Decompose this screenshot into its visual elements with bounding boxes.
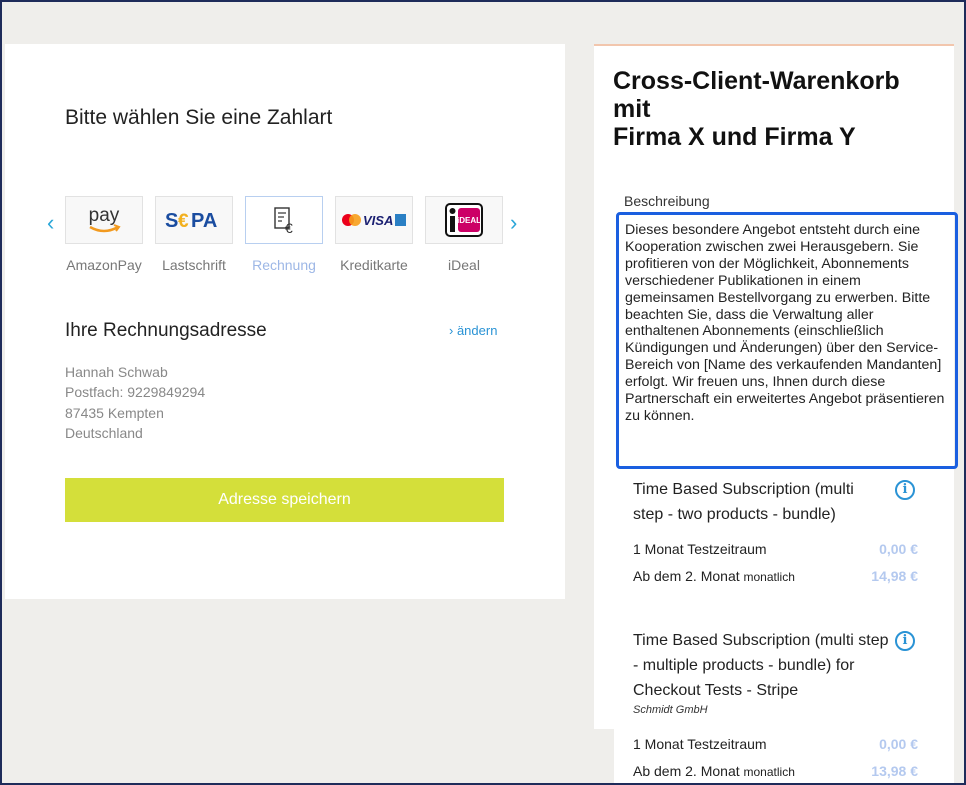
cart-title: Cross-Client-Warenkorb mit Firma X und F…	[613, 67, 953, 151]
price-row-text: 1 Monat Testzeitraum	[633, 736, 767, 752]
price-row-label: 1 Monat Testzeitraum	[633, 541, 767, 557]
ideal-icon: iDEAL	[445, 203, 483, 237]
save-address-button[interactable]: Adresse speichern	[65, 478, 504, 522]
billing-address: Hannah Schwab Postfach: 9229849294 87435…	[65, 362, 205, 443]
billing-address-title: Ihre Rechnungsadresse	[65, 320, 267, 341]
description-label: Beschreibung	[624, 193, 710, 209]
address-line: Postfach: 9229849294	[65, 384, 206, 401]
svg-text:€: €	[178, 211, 189, 232]
price-value: 0,00 €	[879, 736, 918, 752]
price-row-text: 1 Monat Testzeitraum	[633, 541, 767, 557]
creditcard-icon: VISA	[342, 213, 406, 228]
payment-panel: Bitte wählen Sie eine Zahlart ‹ pay Amaz…	[5, 44, 565, 599]
product-title: Time Based Subscription (multi step - tw…	[633, 481, 854, 523]
svg-text:PA: PA	[191, 210, 217, 232]
svg-text:iDEAL: iDEAL	[457, 216, 481, 225]
cart-title-line: mit	[613, 95, 651, 123]
svg-text:pay: pay	[89, 205, 120, 226]
payment-method-label: AmazonPay	[66, 257, 142, 273]
price-value: 13,98 €	[871, 763, 918, 779]
payment-method-label: Lastschrift	[162, 257, 226, 273]
edit-address-link[interactable]: › ändern	[449, 323, 497, 338]
carousel-next-button[interactable]: ›	[510, 212, 517, 234]
price-row-text: Ab dem 2. Monat	[633, 568, 740, 584]
address-line: Deutschland	[65, 424, 143, 441]
product-title: Time Based Subscription (multi step - mu…	[633, 632, 889, 699]
payment-method-label: Rechnung	[252, 257, 316, 273]
invoice-icon: €	[274, 207, 293, 235]
payment-method-creditcard[interactable]: VISA Kreditkarte	[335, 196, 413, 273]
payment-method-sepa[interactable]: S € PA Lastschrift	[155, 196, 233, 273]
price-row-suffix: monatlich	[743, 765, 795, 779]
address-line: Hannah Schwab	[65, 364, 168, 380]
price-value: 14,98 €	[871, 568, 918, 584]
payment-method-label: Kreditkarte	[340, 257, 408, 273]
info-icon[interactable]: i	[895, 631, 915, 651]
sepa-icon: S € PA	[165, 210, 217, 232]
cart-title-line: Firma X und Firma Y	[613, 123, 856, 151]
cart-title-line: Cross-Client-Warenkorb	[613, 67, 900, 95]
svg-text:€: €	[285, 220, 293, 235]
carousel-prev-button[interactable]: ‹	[47, 212, 54, 234]
price-row-label: Ab dem 2. Monat monatlich	[633, 568, 795, 584]
svg-text:S: S	[165, 210, 178, 232]
price-row-text: Ab dem 2. Monat	[633, 763, 740, 779]
payment-method-invoice[interactable]: € Rechnung	[245, 196, 323, 273]
payment-title: Bitte wählen Sie eine Zahlart	[65, 106, 333, 129]
price-row-suffix: monatlich	[743, 570, 795, 584]
price-row-label: 1 Monat Testzeitraum	[633, 736, 767, 752]
address-line: 87435 Kempten	[65, 404, 164, 421]
info-icon[interactable]: i	[895, 480, 915, 500]
payment-method-label: iDeal	[448, 257, 480, 273]
svg-text:VISA: VISA	[363, 213, 393, 228]
amazonpay-icon: pay	[89, 205, 121, 233]
payment-method-ideal[interactable]: iDEAL iDeal	[425, 196, 503, 273]
payment-method-amazonpay[interactable]: pay AmazonPay	[65, 196, 143, 273]
product-vendor: Schmidt GmbH	[633, 704, 708, 716]
description-text: Dieses besondere Angebot entsteht durch …	[616, 212, 958, 469]
price-row-label: Ab dem 2. Monat monatlich	[633, 763, 795, 779]
price-value: 0,00 €	[879, 541, 918, 557]
